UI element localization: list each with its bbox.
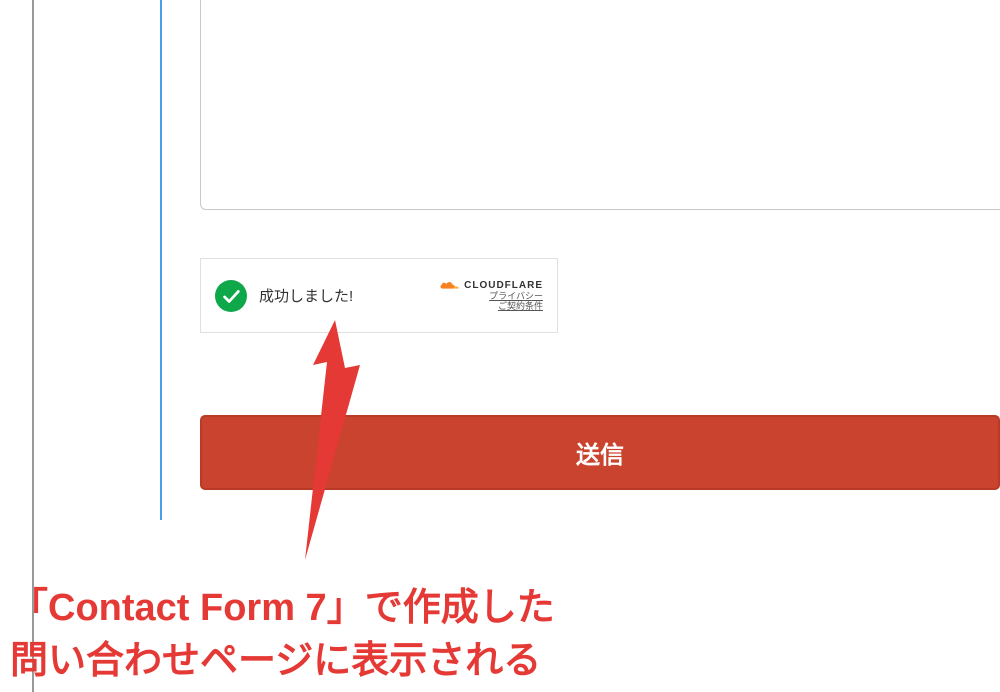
cloudflare-links: プライバシー ご契約条件 <box>489 292 543 312</box>
turnstile-success-text: 成功しました! <box>259 285 427 306</box>
submit-button[interactable]: 送信 <box>200 415 1000 490</box>
success-check-icon <box>215 280 247 312</box>
cloudflare-cloud-icon <box>439 279 461 291</box>
cloudflare-logo: CLOUDFLARE <box>439 279 543 291</box>
annotation-text: 「Contact Form 7」で作成した 問い合わせページに表示される <box>10 582 555 688</box>
cloudflare-logo-text: CLOUDFLARE <box>464 280 543 291</box>
cloudflare-turnstile-widget: 成功しました! CLOUDFLARE プライバシー ご契約条件 <box>200 258 558 333</box>
annotation-line-2: 問い合わせページに表示される <box>10 635 555 688</box>
cloudflare-brand-block: CLOUDFLARE プライバシー ご契約条件 <box>439 279 543 312</box>
annotation-line-1: 「Contact Form 7」で作成した <box>10 582 555 635</box>
terms-link[interactable]: ご契約条件 <box>498 302 543 312</box>
submit-button-label: 送信 <box>576 435 624 470</box>
content-left-border <box>160 0 162 520</box>
message-textarea[interactable] <box>200 0 1000 210</box>
